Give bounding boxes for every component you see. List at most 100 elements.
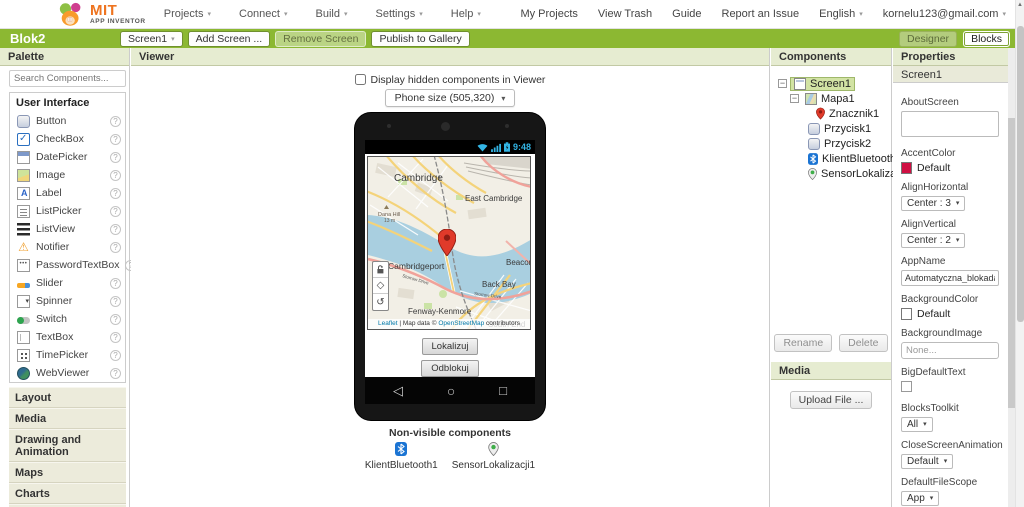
help-icon[interactable] xyxy=(110,133,121,145)
tree-item-znacznik1[interactable]: Znacznik1 xyxy=(813,107,882,120)
palette-item-spinner[interactable]: Spinner xyxy=(10,292,125,310)
align-vertical-dropdown[interactable]: Center : 2 xyxy=(901,233,966,248)
remove-screen-button[interactable]: Remove Screen xyxy=(275,30,367,47)
tree-item-przycisk1[interactable]: Przycisk1 xyxy=(805,122,874,135)
lokalizuj-button[interactable]: Lokalizuj xyxy=(421,338,479,355)
link-my-projects[interactable]: My Projects xyxy=(520,8,577,20)
help-icon[interactable] xyxy=(110,223,121,235)
background-image-picker[interactable]: None... xyxy=(901,342,999,359)
leaflet-link[interactable]: Leaflet xyxy=(378,320,398,327)
help-icon[interactable] xyxy=(110,151,121,163)
palette-item-switch[interactable]: Switch xyxy=(10,310,125,328)
blocks-toggle-button[interactable]: Blocks xyxy=(963,30,1010,47)
help-icon[interactable] xyxy=(110,115,121,127)
help-icon[interactable] xyxy=(110,277,121,289)
palette-category-drawing[interactable]: Drawing and Animation xyxy=(9,429,126,462)
odblokuj-button[interactable]: Odblokuj xyxy=(421,360,479,377)
close-screen-animation-dropdown[interactable]: Default xyxy=(901,454,954,469)
palette-section-user-interface[interactable]: User Interface xyxy=(10,93,125,112)
page-scrollbar[interactable] xyxy=(1015,0,1024,507)
scrollbar-thumb[interactable] xyxy=(1017,26,1024,322)
tree-item-przycisk2[interactable]: Przycisk2 xyxy=(805,137,874,150)
default-file-scope-dropdown[interactable]: App xyxy=(901,491,940,506)
background-color-picker[interactable]: Default xyxy=(901,308,1001,320)
palette-item-notifier[interactable]: Notifier xyxy=(10,238,125,256)
app-name-input[interactable] xyxy=(901,270,999,286)
map-reset-button[interactable]: ↺ xyxy=(373,294,388,310)
help-icon[interactable] xyxy=(110,313,121,325)
help-icon[interactable] xyxy=(110,169,121,181)
palette-item-label[interactable]: Label xyxy=(10,184,125,202)
link-view-trash[interactable]: View Trash xyxy=(598,8,652,20)
palette-item-webviewer[interactable]: WebViewer xyxy=(10,364,125,382)
palette-category-charts[interactable]: Charts xyxy=(9,483,126,504)
palette-item-checkbox[interactable]: CheckBox xyxy=(10,130,125,148)
upload-file-button[interactable]: Upload File ... xyxy=(789,391,873,409)
link-guide[interactable]: Guide xyxy=(672,8,701,20)
help-icon[interactable] xyxy=(110,367,121,379)
designer-toggle-button[interactable]: Designer xyxy=(899,30,958,47)
tree-item-screen1[interactable]: Screen1 xyxy=(790,76,855,91)
display-hidden-checkbox[interactable] xyxy=(354,74,366,85)
palette-item-listpicker[interactable]: ListPicker xyxy=(10,202,125,220)
home-icon[interactable] xyxy=(447,384,455,398)
palette-item-slider[interactable]: Slider xyxy=(10,274,125,292)
collapse-toggle[interactable] xyxy=(790,94,799,103)
map-center-button[interactable]: ◇ xyxy=(373,278,388,294)
big-default-text-checkbox[interactable] xyxy=(901,381,912,392)
palette-category-media[interactable]: Media xyxy=(9,408,126,429)
non-visible-components: Non-visible components KlientBluetooth1 xyxy=(131,427,769,471)
help-icon[interactable] xyxy=(110,205,121,217)
menu-connect[interactable]: Connect xyxy=(239,8,288,20)
delete-button[interactable]: Delete xyxy=(839,334,888,352)
palette-item-listview[interactable]: ListView xyxy=(10,220,125,238)
map-marker-icon[interactable] xyxy=(438,229,456,256)
menu-settings[interactable]: Settings xyxy=(375,8,422,20)
osm-link[interactable]: OpenStreetMap xyxy=(438,320,484,327)
back-icon[interactable] xyxy=(393,384,403,397)
phone-size-dropdown[interactable]: Phone size (505,320) xyxy=(384,89,516,107)
scrollbar-thumb[interactable] xyxy=(1008,118,1015,408)
link-report-issue[interactable]: Report an Issue xyxy=(722,8,800,20)
menu-help[interactable]: Help xyxy=(451,8,481,20)
account-dropdown[interactable]: kornelu123@gmail.com xyxy=(883,8,1006,20)
tree-item-klientbluetooth1[interactable]: KlientBluetooth1 xyxy=(805,153,905,165)
map-controls: ◇ ↺ xyxy=(372,261,389,311)
app-inventor-logo[interactable]: MIT APP INVENTOR xyxy=(58,2,146,27)
help-icon[interactable] xyxy=(110,331,121,343)
map-label-east-cambridge: East Cambridge xyxy=(465,194,523,203)
palette-category-maps[interactable]: Maps xyxy=(9,462,126,483)
palette-item-datepicker[interactable]: DatePicker xyxy=(10,148,125,166)
add-screen-button[interactable]: Add Screen ... xyxy=(187,30,271,47)
properties-scrollbar[interactable] xyxy=(1008,48,1015,507)
collapse-toggle[interactable] xyxy=(778,79,787,88)
scroll-up-arrow-icon[interactable] xyxy=(1016,0,1024,10)
help-icon[interactable] xyxy=(110,241,121,253)
palette-item-button[interactable]: Button xyxy=(10,112,125,130)
help-icon[interactable] xyxy=(110,187,121,199)
nonvisible-sensorlokalizacji[interactable]: SensorLokalizacji1 xyxy=(452,442,535,471)
palette-item-textbox[interactable]: TextBox xyxy=(10,328,125,346)
language-dropdown[interactable]: English xyxy=(819,8,863,20)
menu-build[interactable]: Build xyxy=(316,8,348,20)
screen-selector-button[interactable]: Screen1 xyxy=(120,30,183,47)
publish-gallery-button[interactable]: Publish to Gallery xyxy=(371,30,470,47)
help-icon[interactable] xyxy=(110,295,121,307)
recents-icon[interactable] xyxy=(499,384,507,397)
palette-item-passwordtextbox[interactable]: PasswordTextBox xyxy=(10,256,137,274)
palette-search-input[interactable] xyxy=(9,70,126,87)
nonvisible-klientbluetooth[interactable]: KlientBluetooth1 xyxy=(365,442,438,471)
tree-item-mapa1[interactable]: Mapa1 xyxy=(802,92,858,105)
palette-item-image[interactable]: Image xyxy=(10,166,125,184)
blocks-toolkit-dropdown[interactable]: All xyxy=(901,417,933,432)
palette-category-layout[interactable]: Layout xyxy=(9,387,126,408)
rename-button[interactable]: Rename xyxy=(774,334,833,352)
help-icon[interactable] xyxy=(110,349,121,361)
accent-color-picker[interactable]: Default xyxy=(901,162,1001,174)
palette-item-timepicker[interactable]: TimePicker xyxy=(10,346,125,364)
map-component[interactable]: Cambridge East Cambridge Cambridgeport B… xyxy=(367,156,531,330)
align-horizontal-dropdown[interactable]: Center : 3 xyxy=(901,196,966,211)
menu-projects[interactable]: Projects xyxy=(164,8,211,20)
map-lock-button[interactable] xyxy=(373,262,388,278)
about-screen-input[interactable] xyxy=(901,111,999,137)
